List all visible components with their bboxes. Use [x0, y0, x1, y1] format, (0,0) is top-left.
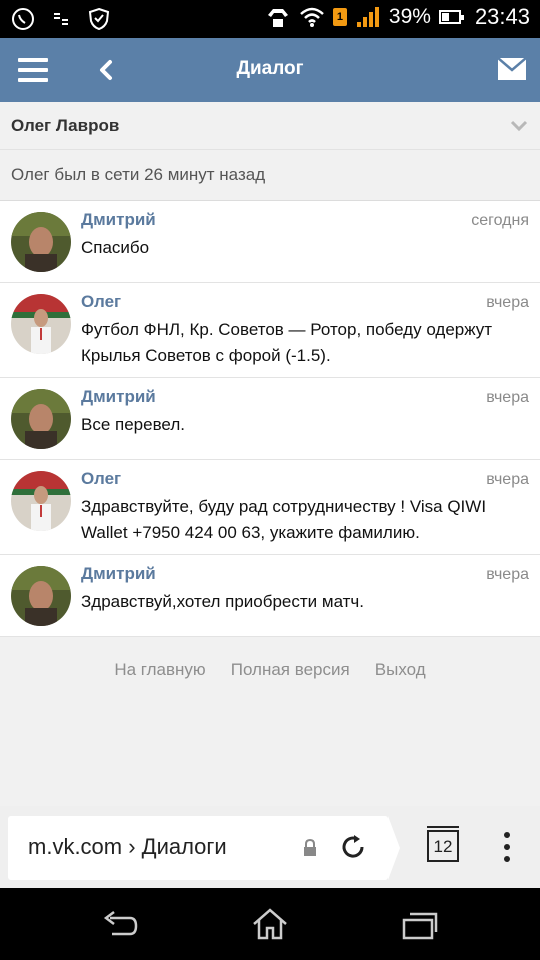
- wifi-icon: [299, 4, 325, 30]
- message-item[interactable]: Дмитрий сегодня Спасибо: [0, 201, 540, 283]
- browser-toolbar: m.vk.com › Диалоги 12: [0, 806, 540, 888]
- shield-icon: [86, 6, 112, 32]
- message-list: Дмитрий сегодня Спасибо Олег вчера Футбо…: [0, 201, 540, 637]
- clock: 23:43: [474, 4, 530, 29]
- footer-links: На главную Полная версия Выход: [0, 660, 540, 690]
- logout-link[interactable]: Выход: [375, 660, 426, 680]
- message-text: Футбол ФНЛ, Кр. Советов — Ротор, победу …: [81, 320, 493, 365]
- lock-icon: [302, 838, 318, 858]
- peer-header[interactable]: Олег Лавров: [0, 102, 540, 150]
- chevron-down-icon[interactable]: [510, 116, 528, 134]
- message-item[interactable]: Дмитрий вчера Все перевел.: [0, 378, 540, 460]
- app-header: Диалог: [0, 38, 540, 102]
- message-text: Все перевел.: [81, 415, 185, 434]
- message-date: сегодня: [471, 212, 529, 229]
- address-bar[interactable]: m.vk.com › Диалоги: [8, 816, 400, 880]
- tab-count: 12: [433, 837, 453, 856]
- message-author[interactable]: Дмитрий: [81, 564, 156, 584]
- avatar[interactable]: [11, 566, 71, 626]
- message-text: Здравствуй,хотел приобрести матч.: [81, 592, 365, 611]
- message-date: вчера: [486, 471, 529, 488]
- system-nav-bar: [0, 888, 540, 960]
- sim-badge: 1: [332, 8, 347, 26]
- peer-online-status: Олег был в сети 26 минут назад: [0, 150, 540, 201]
- message-author[interactable]: Дмитрий: [81, 387, 156, 407]
- headset-icon: [265, 4, 291, 30]
- more-menu-icon[interactable]: [500, 832, 514, 862]
- full-version-link[interactable]: Полная версия: [231, 660, 350, 680]
- battery-icon: [438, 10, 464, 24]
- back-nav-icon[interactable]: [100, 906, 140, 942]
- battery-percent: 39%: [388, 5, 431, 28]
- message-text: Спасибо: [81, 238, 150, 257]
- message-date: вчера: [486, 389, 529, 406]
- peer-status-text: Олег был в сети 26 минут назад: [11, 165, 266, 184]
- message-text: Здравствуйте, буду рад сотрудничеству ! …: [81, 497, 487, 542]
- url-text: m.vk.com › Диалоги: [28, 834, 227, 859]
- message-item[interactable]: Дмитрий вчера Здравствуй,хотел приобрест…: [0, 555, 540, 637]
- data-transfer-icon: [48, 6, 74, 32]
- mail-icon[interactable]: [497, 57, 527, 80]
- battery-level: [441, 13, 449, 21]
- tabs-button[interactable]: 12: [427, 826, 459, 862]
- home-link[interactable]: На главную: [114, 660, 205, 680]
- home-nav-icon[interactable]: [250, 906, 290, 942]
- message-author[interactable]: Олег: [81, 292, 121, 312]
- reload-icon[interactable]: [338, 832, 368, 862]
- message-item[interactable]: Олег вчера Здравствуйте, буду рад сотруд…: [0, 460, 540, 555]
- message-author[interactable]: Дмитрий: [81, 210, 156, 230]
- avatar[interactable]: [11, 212, 71, 272]
- viber-icon: [10, 6, 36, 32]
- status-bar: 1 39% 23:43: [0, 0, 540, 38]
- message-date: вчера: [486, 566, 529, 583]
- avatar[interactable]: [11, 471, 71, 531]
- recent-apps-icon[interactable]: [400, 906, 440, 942]
- message-date: вчера: [486, 294, 529, 311]
- message-author[interactable]: Олег: [81, 469, 121, 489]
- page-title: Диалог: [236, 58, 304, 79]
- message-item[interactable]: Олег вчера Футбол ФНЛ, Кр. Советов — Рот…: [0, 283, 540, 378]
- avatar[interactable]: [11, 389, 71, 449]
- avatar[interactable]: [11, 294, 71, 354]
- peer-name: Олег Лавров: [11, 116, 120, 135]
- signal-icon: [355, 4, 381, 30]
